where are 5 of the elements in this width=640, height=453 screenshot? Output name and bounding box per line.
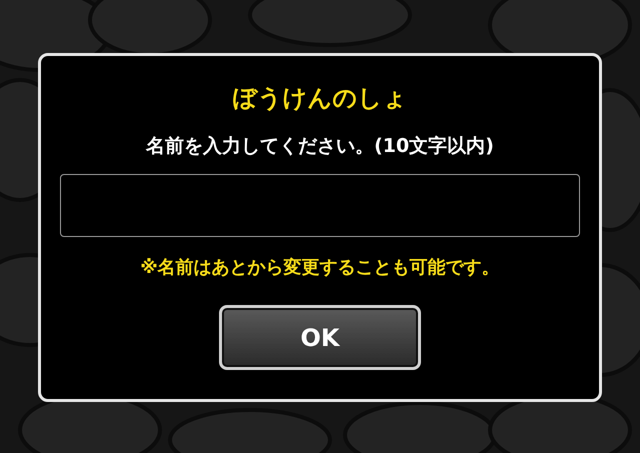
dialog-title: ぼうけんのしょ — [232, 83, 408, 114]
note-text: ※名前はあとから変更することも可能です。 — [140, 256, 500, 280]
name-input-field[interactable] — [60, 174, 580, 237]
ok-button[interactable]: OK — [219, 305, 421, 370]
prompt-text: 名前を入力してください。(10文字以内) — [146, 134, 494, 159]
